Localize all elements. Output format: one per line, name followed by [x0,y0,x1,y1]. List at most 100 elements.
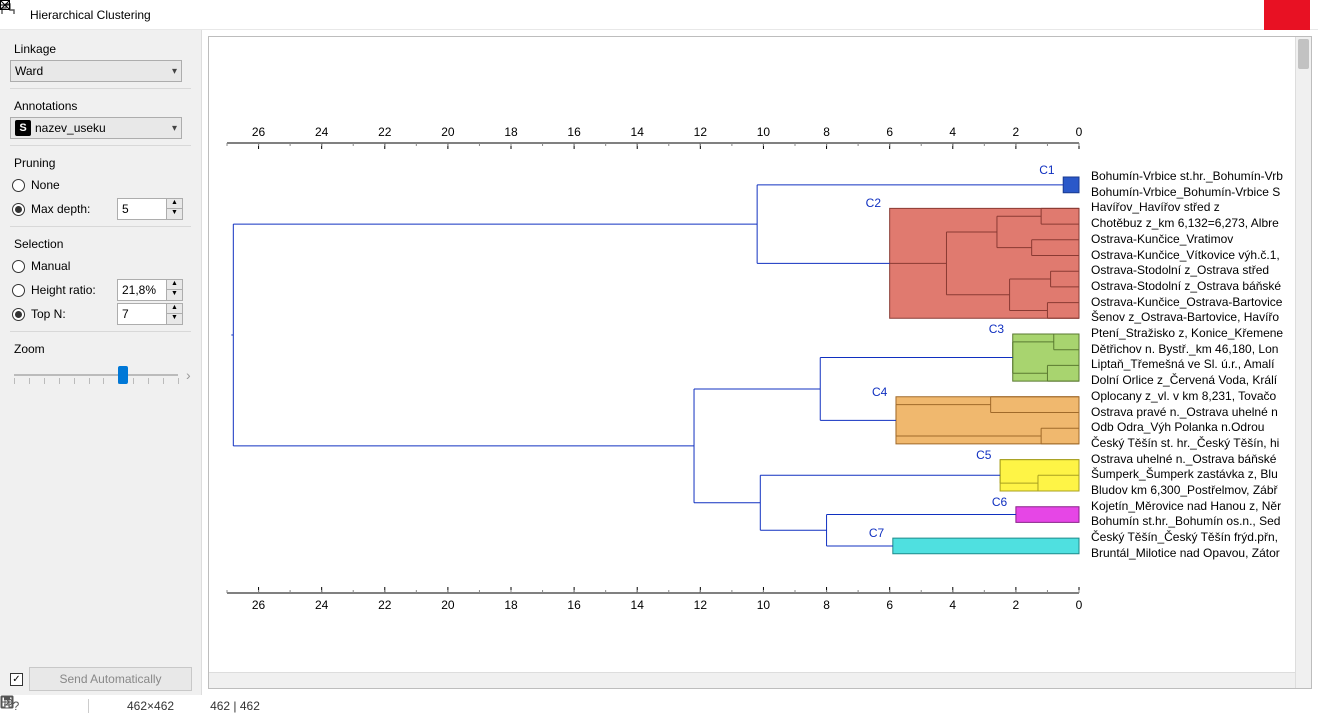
cluster-label: C7 [869,526,884,540]
minimize-button[interactable] [1172,0,1218,30]
status-flow: 462 | 462 [210,699,260,713]
linkage-combo[interactable]: Ward ▾ [10,60,182,82]
axis-tick: 2 [1013,125,1020,139]
pruning-maxdepth-input[interactable]: 5 ▲▼ [117,198,183,220]
axis-tick: 4 [949,598,956,612]
save-icon[interactable] [34,698,50,714]
send-auto-checkbox[interactable] [10,673,23,686]
leaf-label: Bohumín st.hr._Bohumín os.n., Sed [1091,514,1297,528]
cluster-label: C4 [872,385,887,399]
leaf-label: Šumperk_Šumperk zastávka z, Blu [1091,467,1297,481]
axis-tick: 16 [567,125,580,139]
maximize-button[interactable] [1218,0,1264,30]
axis-tick: 12 [694,598,707,612]
axis-tick: 20 [441,598,454,612]
axis-tick: 8 [823,125,830,139]
selection-heightratio-radio[interactable]: Height ratio: 21,8% ▲▼ [10,279,191,301]
selection-topn-radio[interactable]: Top N: 7 ▲▼ [10,303,191,325]
string-type-icon: S [15,120,31,136]
selection-heightratio-input[interactable]: 21,8% ▲▼ [117,279,183,301]
pruning-maxdepth-label: Max depth: [31,202,111,216]
pruning-label: Pruning [10,156,191,170]
cluster-label: C5 [976,448,991,462]
axis-tick: 20 [441,125,454,139]
leaf-label: Kojetín_Měrovice nad Hanou z, Něr [1091,499,1297,513]
leaf-label: Ostrava-Kunčice_Vítkovice výh.č.1, [1091,248,1297,262]
axis-tick: 18 [504,598,517,612]
annotations-value: nazev_useku [35,121,106,135]
leaf-label: Ostrava-Kunčice_Vratimov [1091,232,1297,246]
spin-up-icon[interactable]: ▲ [167,199,182,209]
axis-tick: 14 [631,598,644,612]
leaf-label: Bruntál_Milotice nad Opavou, Zátor [1091,546,1297,560]
leaf-label: Havířov_Havířov střed z [1091,200,1297,214]
leaf-label: Bohumín-Vrbice_Bohumín-Vrbice S [1091,185,1297,199]
spin-down-icon[interactable]: ▼ [167,314,182,324]
chevron-down-icon: ▾ [172,123,177,134]
slider-thumb[interactable] [118,366,128,384]
pruning-maxdepth-radio[interactable]: Max depth: 5 ▲▼ [10,198,191,220]
axis-tick: 26 [252,125,265,139]
chart-frame[interactable]: Bohumín-Vrbice st.hr._Bohumín-VrbBohumín… [208,36,1312,689]
radio-icon [12,284,25,297]
axis-tick: 4 [949,125,956,139]
leaf-label: Liptaň_Třemešná ve Sl. ú.r., Amalí [1091,357,1297,371]
leaf-label: Oplocany z_vl. v km 8,231, Tovačo [1091,389,1297,403]
send-auto-button[interactable]: Send Automatically [29,667,192,691]
report-icon[interactable] [60,698,76,714]
axis-tick: 8 [823,598,830,612]
pruning-none-label: None [31,178,60,192]
horizontal-scrollbar[interactable] [209,672,1295,688]
selection-manual-radio[interactable]: Manual [10,255,191,277]
cluster-label: C3 [989,322,1004,336]
spin-down-icon[interactable]: ▼ [167,209,182,219]
leaf-label: Ostrava-Kunčice_Ostrava-Bartovice [1091,295,1297,309]
pruning-maxdepth-value: 5 [122,202,129,216]
leaf-label: Český Těšín_Český Těšín frýd.přn, [1091,530,1297,544]
selection-topn-input[interactable]: 7 ▲▼ [117,303,183,325]
annotations-combo[interactable]: S nazev_useku ▾ [10,117,182,139]
radio-icon [12,203,25,216]
cluster-label: C6 [992,495,1007,509]
annotations-label: Annotations [10,99,191,113]
spin-up-icon[interactable]: ▲ [167,280,182,290]
axis-tick: 18 [504,125,517,139]
leaf-label: Ostrava-Stodolní z_Ostrava báňské [1091,279,1297,293]
leaf-label: Dolní Orlice z_Červená Voda, Králí [1091,373,1297,387]
axis-tick: 22 [378,598,391,612]
leaf-label: Bludov km 6,300_Postřelmov, Zábř [1091,483,1297,497]
cluster-label: C2 [866,196,881,210]
close-button[interactable] [1264,0,1310,30]
pruning-none-radio[interactable]: None [10,174,191,196]
cluster-label: C1 [1039,163,1054,177]
axis-tick: 6 [886,125,893,139]
vertical-scrollbar[interactable] [1295,37,1311,688]
radio-icon [12,308,25,321]
axis-tick: 16 [567,598,580,612]
chart-area: Bohumín-Vrbice st.hr._Bohumín-VrbBohumín… [202,30,1318,695]
radio-icon [12,260,25,273]
axis-tick: 24 [315,598,328,612]
leaf-label: Český Těšín st. hr._Český Těšín, hi [1091,436,1297,450]
selection-topn-label: Top N: [31,307,111,321]
status-dims: 462×462 [127,699,174,713]
leaf-label: Chotěbuz z_km 6,132=6,273, Albre [1091,216,1297,230]
zoom-label: Zoom [10,342,191,356]
chevron-right-icon[interactable]: › [186,367,191,383]
leaf-label: Ostrava uhelné n._Ostrava báňské [1091,452,1297,466]
leaf-label: Šenov z_Ostrava-Bartovice, Havířo [1091,310,1297,324]
linkage-value: Ward [15,64,43,78]
leaf-label: Odb Odra_Výh Polanka n.Odrou [1091,420,1297,434]
spin-up-icon[interactable]: ▲ [167,304,182,314]
radio-icon [12,179,25,192]
titlebar: Hierarchical Clustering [0,0,1318,30]
linkage-label: Linkage [10,42,191,56]
leaf-label: Ostrava pravé n._Ostrava uhelné n [1091,405,1297,419]
app-icon [8,7,24,23]
zoom-slider[interactable] [10,360,182,390]
spin-down-icon[interactable]: ▼ [167,290,182,300]
leaf-label: Ptení_Stražisko z, Konice_Křemene [1091,326,1297,340]
sidebar: Linkage Ward ▾ Annotations S nazev_useku… [0,30,202,695]
chevron-down-icon: ▾ [172,66,177,77]
axis-tick: 26 [252,598,265,612]
